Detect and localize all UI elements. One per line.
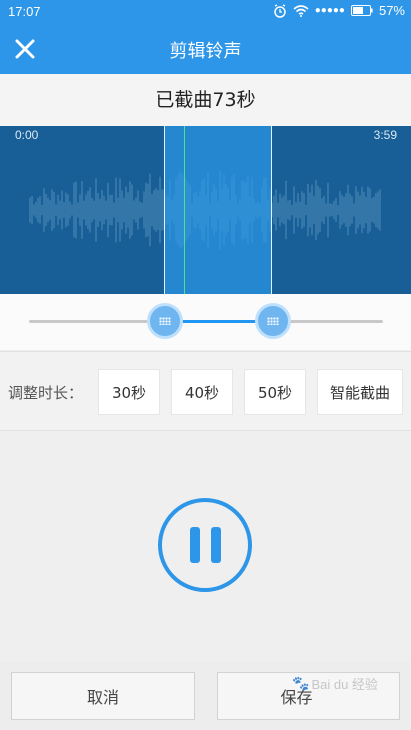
end-handle[interactable] bbox=[255, 303, 291, 339]
selection-region[interactable] bbox=[164, 126, 272, 294]
pause-button[interactable] bbox=[158, 498, 252, 592]
battery-percent: 57% bbox=[378, 3, 405, 18]
range-slider bbox=[0, 294, 411, 350]
cut-length-info: 已截曲73秒 bbox=[0, 74, 411, 126]
title-bar: 剪辑铃声 bbox=[0, 24, 411, 74]
watermark-text: Bai du 经验 bbox=[311, 677, 378, 692]
grip-icon bbox=[267, 317, 279, 325]
duration-30s-button[interactable]: 30秒 bbox=[98, 369, 160, 415]
grip-icon bbox=[159, 317, 171, 325]
duration-panel: 调整时长： 30秒 40秒 50秒 智能截曲 bbox=[0, 351, 411, 431]
action-bar: 取消 保存 bbox=[0, 662, 411, 730]
pause-icon bbox=[189, 527, 221, 563]
status-time: 17:07 bbox=[8, 4, 41, 19]
status-bar: 17:07 ●●●●● 57% bbox=[0, 0, 411, 24]
paw-icon: 🐾 bbox=[292, 675, 310, 691]
duration-50s-button[interactable]: 50秒 bbox=[244, 369, 306, 415]
wifi-icon bbox=[293, 4, 309, 17]
page-title: 剪辑铃声 bbox=[169, 41, 242, 62]
end-time: 3:59 bbox=[373, 128, 397, 142]
cancel-button[interactable]: 取消 bbox=[11, 672, 195, 720]
duration-40s-button[interactable]: 40秒 bbox=[171, 369, 233, 415]
waveform-editor[interactable]: 0:00 3:59 bbox=[0, 126, 411, 294]
playhead bbox=[184, 126, 185, 294]
cancel-label: 取消 bbox=[86, 688, 119, 707]
battery-icon bbox=[350, 5, 373, 16]
player-area bbox=[0, 432, 411, 662]
duration-label: 调整时长： bbox=[8, 384, 84, 402]
watermark: 🐾 Bai du 经验 bbox=[292, 674, 378, 693]
start-handle[interactable] bbox=[147, 303, 183, 339]
alarm-icon bbox=[274, 3, 286, 18]
status-right: ●●●●● 57% bbox=[273, 3, 405, 18]
start-time: 0:00 bbox=[15, 128, 39, 142]
signal-dots: ●●●●● bbox=[314, 5, 345, 16]
smart-cut-button[interactable]: 智能截曲 bbox=[317, 369, 403, 415]
